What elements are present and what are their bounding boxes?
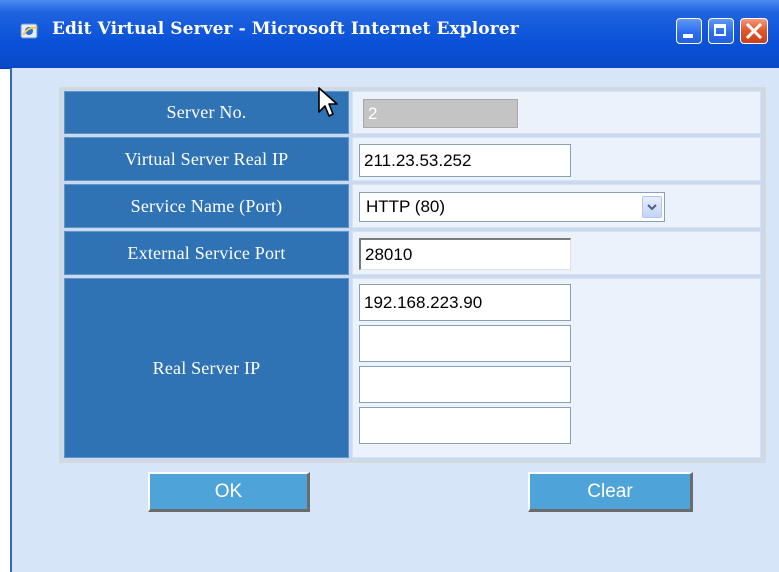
real-server-ip-label: Real Server IP	[64, 278, 349, 458]
service-name-cell: HTTP (80)	[352, 184, 761, 228]
real-server-ip-input-1[interactable]: 192.168.223.90	[359, 284, 571, 321]
real-server-ip-input-3[interactable]	[359, 366, 571, 403]
window-title: Edit Virtual Server - Microsoft Internet…	[52, 19, 519, 39]
maximize-icon	[714, 24, 726, 36]
external-port-cell: 28010	[352, 231, 761, 275]
real-server-ip-row: Real Server IP 192.168.223.90	[64, 278, 761, 458]
close-icon	[745, 22, 763, 40]
virtual-server-ip-cell: 211.23.53.252	[352, 137, 761, 181]
window-titlebar[interactable]: Edit Virtual Server - Microsoft Internet…	[0, 0, 779, 69]
service-name-row: Service Name (Port) HTTP (80)	[64, 184, 761, 228]
virtual-server-ip-input[interactable]: 211.23.53.252	[359, 144, 571, 177]
maximize-button[interactable]	[708, 18, 734, 44]
chevron-down-icon	[647, 204, 657, 211]
external-port-row: External Service Port 28010	[64, 231, 761, 275]
external-port-input[interactable]: 28010	[359, 238, 571, 270]
real-server-ip-input-2[interactable]	[359, 325, 571, 362]
virtual-server-ip-label: Virtual Server Real IP	[64, 137, 349, 181]
minimize-button[interactable]	[676, 18, 702, 44]
service-name-select[interactable]: HTTP (80)	[359, 192, 665, 222]
ie-icon	[20, 23, 38, 39]
dropdown-button[interactable]	[642, 196, 662, 218]
ok-button[interactable]: OK	[148, 472, 310, 512]
browser-window: Edit Virtual Server - Microsoft Internet…	[0, 0, 779, 572]
server-no-label: Server No.	[64, 91, 349, 134]
real-server-ip-cell: 192.168.223.90	[352, 278, 761, 458]
real-server-ip-input-4[interactable]	[359, 407, 571, 444]
minimize-icon	[683, 34, 693, 38]
service-name-selected: HTTP (80)	[366, 197, 446, 216]
close-button[interactable]	[740, 18, 768, 44]
server-no-row: Server No. 2	[64, 91, 761, 134]
virtual-server-form: Server No. 2 Virtual Server Real IP 211.…	[59, 87, 766, 463]
clear-button[interactable]: Clear	[528, 472, 693, 512]
mouse-pointer-icon	[318, 87, 338, 117]
external-port-label: External Service Port	[64, 231, 349, 275]
server-no-field: 2	[363, 99, 518, 128]
virtual-server-ip-row: Virtual Server Real IP 211.23.53.252	[64, 137, 761, 181]
service-name-label: Service Name (Port)	[64, 184, 349, 228]
server-no-cell: 2	[352, 91, 761, 134]
